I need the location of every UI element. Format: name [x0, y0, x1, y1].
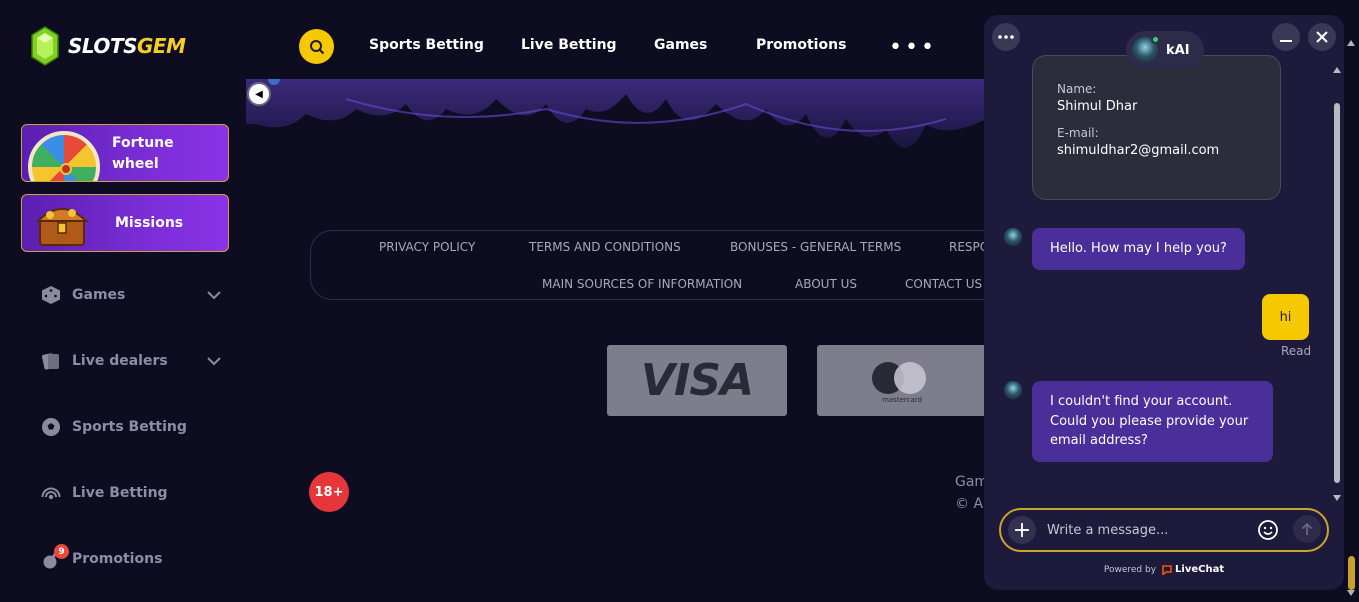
logo-text-slots: SLOTS — [68, 34, 137, 58]
topnav-sports-betting[interactable]: Sports Betting — [369, 37, 484, 53]
sidebar-item-live-dealers[interactable]: Live dealers — [40, 346, 230, 376]
plus-icon: + — [1012, 517, 1032, 543]
age-18-badge: 18+ — [309, 472, 349, 512]
footer-link-sources[interactable]: MAIN SOURCES OF INFORMATION — [542, 277, 742, 291]
sidebar-item-games[interactable]: Games — [40, 280, 230, 310]
chat-message-agent: I couldn't find your account. Could you … — [1032, 381, 1273, 462]
scroll-down-arrow[interactable] — [1333, 495, 1341, 501]
powered-by: Powered by LiveChat — [984, 564, 1344, 575]
search-icon — [309, 39, 324, 54]
chevron-down-icon[interactable] — [206, 353, 222, 369]
footer-links: PRIVACY POLICY TERMS AND CONDITIONS BONU… — [310, 230, 1010, 300]
read-status: Read — [1281, 344, 1312, 358]
mastercard-icon: mastercard — [872, 356, 932, 406]
more-menu-button[interactable]: ••• — [889, 35, 937, 60]
carousel-prev-button[interactable]: ◀ — [247, 82, 271, 106]
sidebar-item-label: Games — [72, 287, 126, 303]
logo-text-gem: GEM — [136, 34, 186, 58]
hero-banner-art — [246, 79, 986, 148]
online-status-dot — [1151, 35, 1160, 44]
topnav-promotions[interactable]: Promotions — [756, 37, 846, 53]
agent-avatar — [1132, 35, 1160, 63]
sidebar-item-label: Live dealers — [72, 353, 168, 369]
fortune-wheel-button[interactable]: Fortune wheel — [21, 124, 229, 182]
sidebar-item-label: Sports Betting — [72, 419, 187, 435]
scroll-down-arrow[interactable] — [1347, 590, 1355, 596]
page-scrollbar[interactable] — [1343, 0, 1359, 602]
footer-link-about[interactable]: ABOUT US — [795, 277, 857, 291]
agent-avatar-small — [1004, 381, 1022, 399]
email-label: E-mail: — [1057, 126, 1099, 140]
add-attachment-button[interactable]: + — [1008, 516, 1036, 544]
name-label: Name: — [1057, 82, 1097, 96]
agent-header: kAI — [1126, 31, 1204, 69]
chevron-down-icon[interactable] — [206, 287, 222, 303]
close-icon — [1316, 31, 1328, 43]
mastercard-logo: mastercard — [817, 345, 987, 416]
logo[interactable]: SLOTSGEM — [30, 26, 186, 66]
footer-link-bonuses[interactable]: BONUSES - GENERAL TERMS — [730, 240, 901, 254]
livechat-icon — [1162, 564, 1172, 575]
topnav-live-betting[interactable]: Live Betting — [521, 37, 617, 53]
sidebar: SLOTSGEM Fortune wheel Missions Games Li… — [0, 0, 246, 602]
name-value: Shimul Dhar — [1057, 99, 1138, 114]
message-input[interactable] — [1047, 518, 1247, 542]
agent-name: kAI — [1166, 42, 1190, 58]
footer-link-contact[interactable]: CONTACT US — [905, 277, 982, 291]
email-value: shimuldhar2@gmail.com — [1057, 143, 1220, 158]
chat-scrollbar[interactable] — [1333, 53, 1343, 508]
fortune-wheel-label: Fortune wheel — [112, 135, 174, 172]
sidebar-item-promotions[interactable]: 9 Promotions — [40, 544, 230, 574]
arrow-up-icon — [1301, 522, 1313, 535]
livechat-text: LiveChat — [1175, 564, 1225, 575]
chat-message-user: hi — [1262, 294, 1309, 340]
sidebar-item-label: Live Betting — [72, 485, 168, 501]
chat-composer: + — [999, 508, 1329, 552]
scrollbar-thumb[interactable] — [1348, 556, 1355, 590]
cards-icon — [40, 350, 62, 372]
chevron-left-icon: ◀ — [255, 88, 263, 100]
missions-button[interactable]: Missions — [21, 194, 229, 252]
missions-label: Missions — [115, 215, 184, 231]
livechat-brand[interactable]: LiveChat — [1162, 564, 1224, 575]
chat-scrollbar-thumb[interactable] — [1334, 103, 1340, 483]
sidebar-item-label: Promotions — [72, 551, 163, 567]
chat-message-agent: Hello. How may I help you? — [1032, 228, 1245, 270]
soccer-ball-icon — [40, 416, 62, 438]
dice-icon — [40, 284, 62, 306]
mastercard-text: mastercard — [882, 395, 922, 404]
fortune-wheel-icon — [28, 131, 100, 181]
sidebar-item-sports-betting[interactable]: Sports Betting — [40, 412, 230, 442]
scroll-up-arrow[interactable] — [1347, 40, 1355, 46]
footer-link-terms[interactable]: TERMS AND CONDITIONS — [529, 240, 681, 254]
chat-close-button[interactable] — [1308, 23, 1336, 51]
visa-text: VISA — [640, 355, 754, 406]
treasure-chest-icon — [35, 208, 89, 246]
topnav-games[interactable]: Games — [654, 37, 707, 53]
minimize-icon — [1280, 40, 1292, 42]
send-button[interactable] — [1293, 515, 1321, 543]
scroll-up-arrow[interactable] — [1333, 67, 1341, 73]
chat-menu-button[interactable] — [992, 23, 1020, 51]
bomb-icon: 9 — [40, 544, 69, 570]
broadcast-icon — [40, 482, 62, 504]
notification-badge: 9 — [54, 544, 69, 559]
emoji-icon[interactable] — [1257, 519, 1279, 541]
agent-avatar-small — [1004, 228, 1022, 246]
gem-icon — [31, 26, 59, 66]
visa-logo: VISA — [607, 345, 787, 416]
chat-minimize-button[interactable] — [1272, 23, 1300, 51]
sidebar-item-live-betting[interactable]: Live Betting — [40, 478, 230, 508]
powered-by-label: Powered by — [1103, 564, 1157, 575]
more-dots-icon — [998, 35, 1014, 39]
user-info-card: Name: Shimul Dhar E-mail: shimuldhar2@gm… — [1032, 55, 1281, 200]
search-button[interactable] — [299, 29, 334, 64]
chat-widget: Name: Shimul Dhar E-mail: shimuldhar2@gm… — [984, 15, 1344, 590]
footer-link-privacy[interactable]: PRIVACY POLICY — [379, 240, 475, 254]
